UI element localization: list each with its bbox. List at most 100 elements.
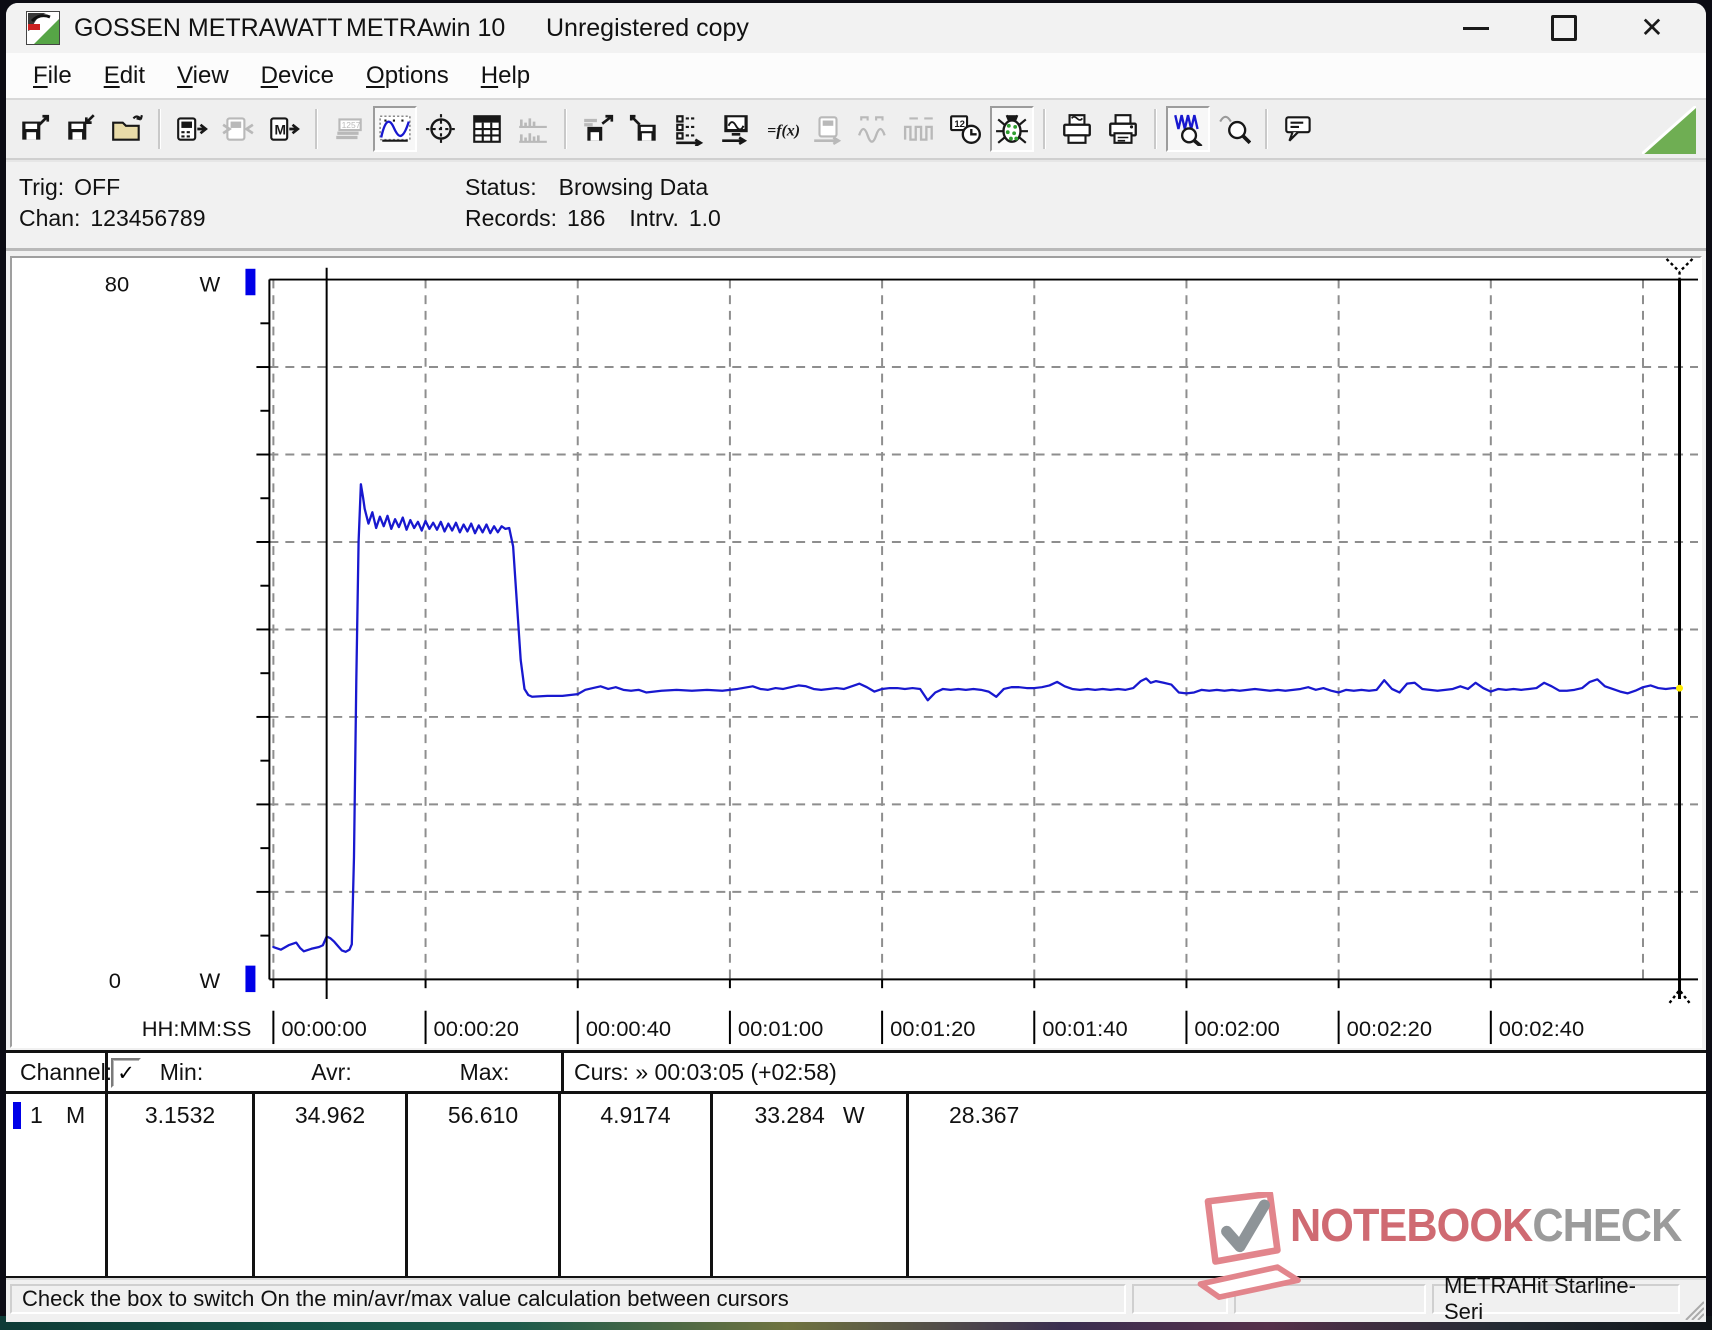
toolbar-monitor-wave-button[interactable] xyxy=(714,106,758,152)
green-triangle-indicator xyxy=(1642,106,1696,154)
toolbar-meter-disconnect-button[interactable] xyxy=(216,106,260,152)
minimize-icon xyxy=(1463,26,1489,30)
svg-text:=f(x): =f(x) xyxy=(767,122,799,139)
step-list-icon xyxy=(676,115,704,146)
avr-header: Avr: xyxy=(311,1058,352,1085)
x-axis-title: HH:MM:SS xyxy=(142,1016,252,1041)
menu-item-help[interactable]: Help xyxy=(468,58,543,94)
toolbar-separator xyxy=(1265,109,1268,149)
print-icon xyxy=(1109,114,1137,144)
statusbar-message: Check the box to switch On the min/avr/m… xyxy=(22,1286,789,1311)
cursor2-intersection-dot xyxy=(1676,684,1684,692)
status-label: Status: xyxy=(465,174,537,200)
maximize-button[interactable] xyxy=(1520,3,1608,53)
window-controls: ✕ xyxy=(1432,3,1696,53)
interval-value: 1.0 xyxy=(688,205,721,231)
channel-mode: M xyxy=(66,1102,86,1128)
acquisition-info-panel: Trig: OFF Chan: 123456789 Status: Browsing … xyxy=(6,160,1706,251)
menu-item-options[interactable]: Options xyxy=(353,58,462,94)
svg-text:1257: 1257 xyxy=(342,120,361,130)
statusbar-message-panel: Check the box to switch On the min/avr/m… xyxy=(10,1284,1126,1314)
min-value: 3.1532 xyxy=(108,1094,255,1276)
histogram-view-icon xyxy=(519,118,547,143)
toolbar-zoom-out-button[interactable] xyxy=(1212,106,1256,152)
toolbar-histogram-view-button[interactable] xyxy=(511,106,555,152)
x-tick-label: 00:02:40 xyxy=(1499,1016,1584,1041)
toolbar-disk-import-button[interactable] xyxy=(622,106,666,152)
y-min-label: 0 xyxy=(109,968,121,993)
toolbar-save-export-button[interactable] xyxy=(13,106,57,152)
y-max-label: 80 xyxy=(105,272,129,297)
x-tick-label: 00:00:40 xyxy=(586,1016,671,1041)
x-tick-label: 00:01:20 xyxy=(890,1016,975,1041)
toolbar-analog-waves-button[interactable] xyxy=(852,106,896,152)
cursor2-top-handle-icon xyxy=(1665,258,1694,280)
save-export-icon xyxy=(22,114,50,140)
toolbar-bug-monitor-button[interactable] xyxy=(990,106,1034,152)
channel1-bottom-marker xyxy=(245,965,256,993)
toolbar-clock-schedule-button[interactable]: 12 xyxy=(944,106,988,152)
cursor-header: Curs: » 00:03:05 (+02:58) xyxy=(561,1053,1706,1091)
toolbar-multi-display-button[interactable]: 1257 xyxy=(327,106,371,152)
app-title: GOSSEN METRAWATT xyxy=(74,14,343,42)
cursor2-value: 33.284 xyxy=(754,1102,825,1128)
toolbar-separator xyxy=(315,109,318,149)
minavrmax-header-section: ✓ Min: Avr: Max: xyxy=(108,1053,561,1091)
toolbar-separator xyxy=(564,109,567,149)
menu-item-edit[interactable]: Edit xyxy=(91,58,158,94)
meter-read-icon xyxy=(177,117,208,141)
status-value: Browsing Data xyxy=(558,174,709,200)
menu-item-device[interactable]: Device xyxy=(248,58,347,94)
scope-view-icon xyxy=(426,114,456,144)
toolbar-formula-fx-button[interactable]: =f(x) xyxy=(760,106,804,152)
svg-text:M: M xyxy=(274,121,286,137)
records-value: 186 xyxy=(567,205,606,231)
menu-item-file[interactable]: File xyxy=(20,58,85,94)
x-tick-label: 00:01:40 xyxy=(1042,1016,1127,1041)
x-tick-label: 00:00:20 xyxy=(434,1016,519,1041)
title-bar: GOSSEN METRAWATT METRAwin 10 Unregistere… xyxy=(6,3,1706,53)
toolbar-meter-read-button[interactable] xyxy=(170,106,214,152)
toolbar-print-button[interactable] xyxy=(1101,106,1145,152)
power-chart-svg: 00:00:00 00:00:20 00:00:40 00:01:00 00:01:20… xyxy=(105,258,1699,1045)
toolbar-step-list-button[interactable] xyxy=(668,106,712,152)
menu-item-view[interactable]: View xyxy=(164,58,242,94)
maximize-icon xyxy=(1551,15,1577,41)
x-tick-label: 00:01:00 xyxy=(738,1016,823,1041)
toolbar-open-file-button[interactable] xyxy=(105,106,149,152)
meter-config-icon xyxy=(814,116,842,146)
toolbar-save-import-button[interactable] xyxy=(59,106,103,152)
avr-value: 34.962 xyxy=(255,1094,408,1276)
channel-cell: 1 M xyxy=(6,1094,108,1276)
toolbar-pulse-waves-button[interactable] xyxy=(898,106,942,152)
resize-grip[interactable] xyxy=(1680,1296,1704,1320)
cursor1-value: 4.9174 xyxy=(561,1094,713,1276)
monitor-wave-icon xyxy=(722,115,748,146)
data-table-view-icon xyxy=(473,115,501,143)
minavrmax-checkbox[interactable]: ✓ xyxy=(111,1058,141,1088)
statusbar-device-panel: METRAHit Starline-Seri xyxy=(1432,1273,1680,1322)
toolbar-data-table-view-button[interactable] xyxy=(465,106,509,152)
save-transfer-icon xyxy=(584,114,614,141)
minimize-button[interactable] xyxy=(1432,3,1520,53)
toolbar-print-preview-button[interactable] xyxy=(1055,106,1099,152)
disk-import-icon xyxy=(629,114,656,141)
toolbar-zoom-signal-button[interactable] xyxy=(1166,106,1210,152)
chan-value: 123456789 xyxy=(90,205,206,231)
toolbar-meter-config-button[interactable] xyxy=(806,106,850,152)
close-button[interactable]: ✕ xyxy=(1608,3,1696,53)
toolbar-save-transfer-button[interactable] xyxy=(576,106,620,152)
chart-canvas[interactable]: 00:00:00 00:00:20 00:00:40 00:01:00 00:01:20… xyxy=(10,256,1702,1048)
toolbar-scope-view-button[interactable] xyxy=(419,106,463,152)
toolbar-memory-read-button[interactable]: M xyxy=(262,106,306,152)
toolbar-annotation-button[interactable] xyxy=(1277,106,1321,152)
statusbar-panel-3 xyxy=(1234,1284,1426,1314)
trig-value: OFF xyxy=(74,174,121,200)
x-tick-label: 00:02:00 xyxy=(1194,1016,1279,1041)
license-note: Unregistered copy xyxy=(546,14,749,42)
toolbar-wave-chart-button[interactable] xyxy=(373,106,417,152)
toolbar-separator xyxy=(1154,109,1157,149)
x-tick-label: 00:02:20 xyxy=(1347,1016,1432,1041)
metrawin-window: GOSSEN METRAWATT METRAwin 10 Unregistere… xyxy=(6,3,1706,1322)
bug-monitor-icon xyxy=(996,114,1028,144)
